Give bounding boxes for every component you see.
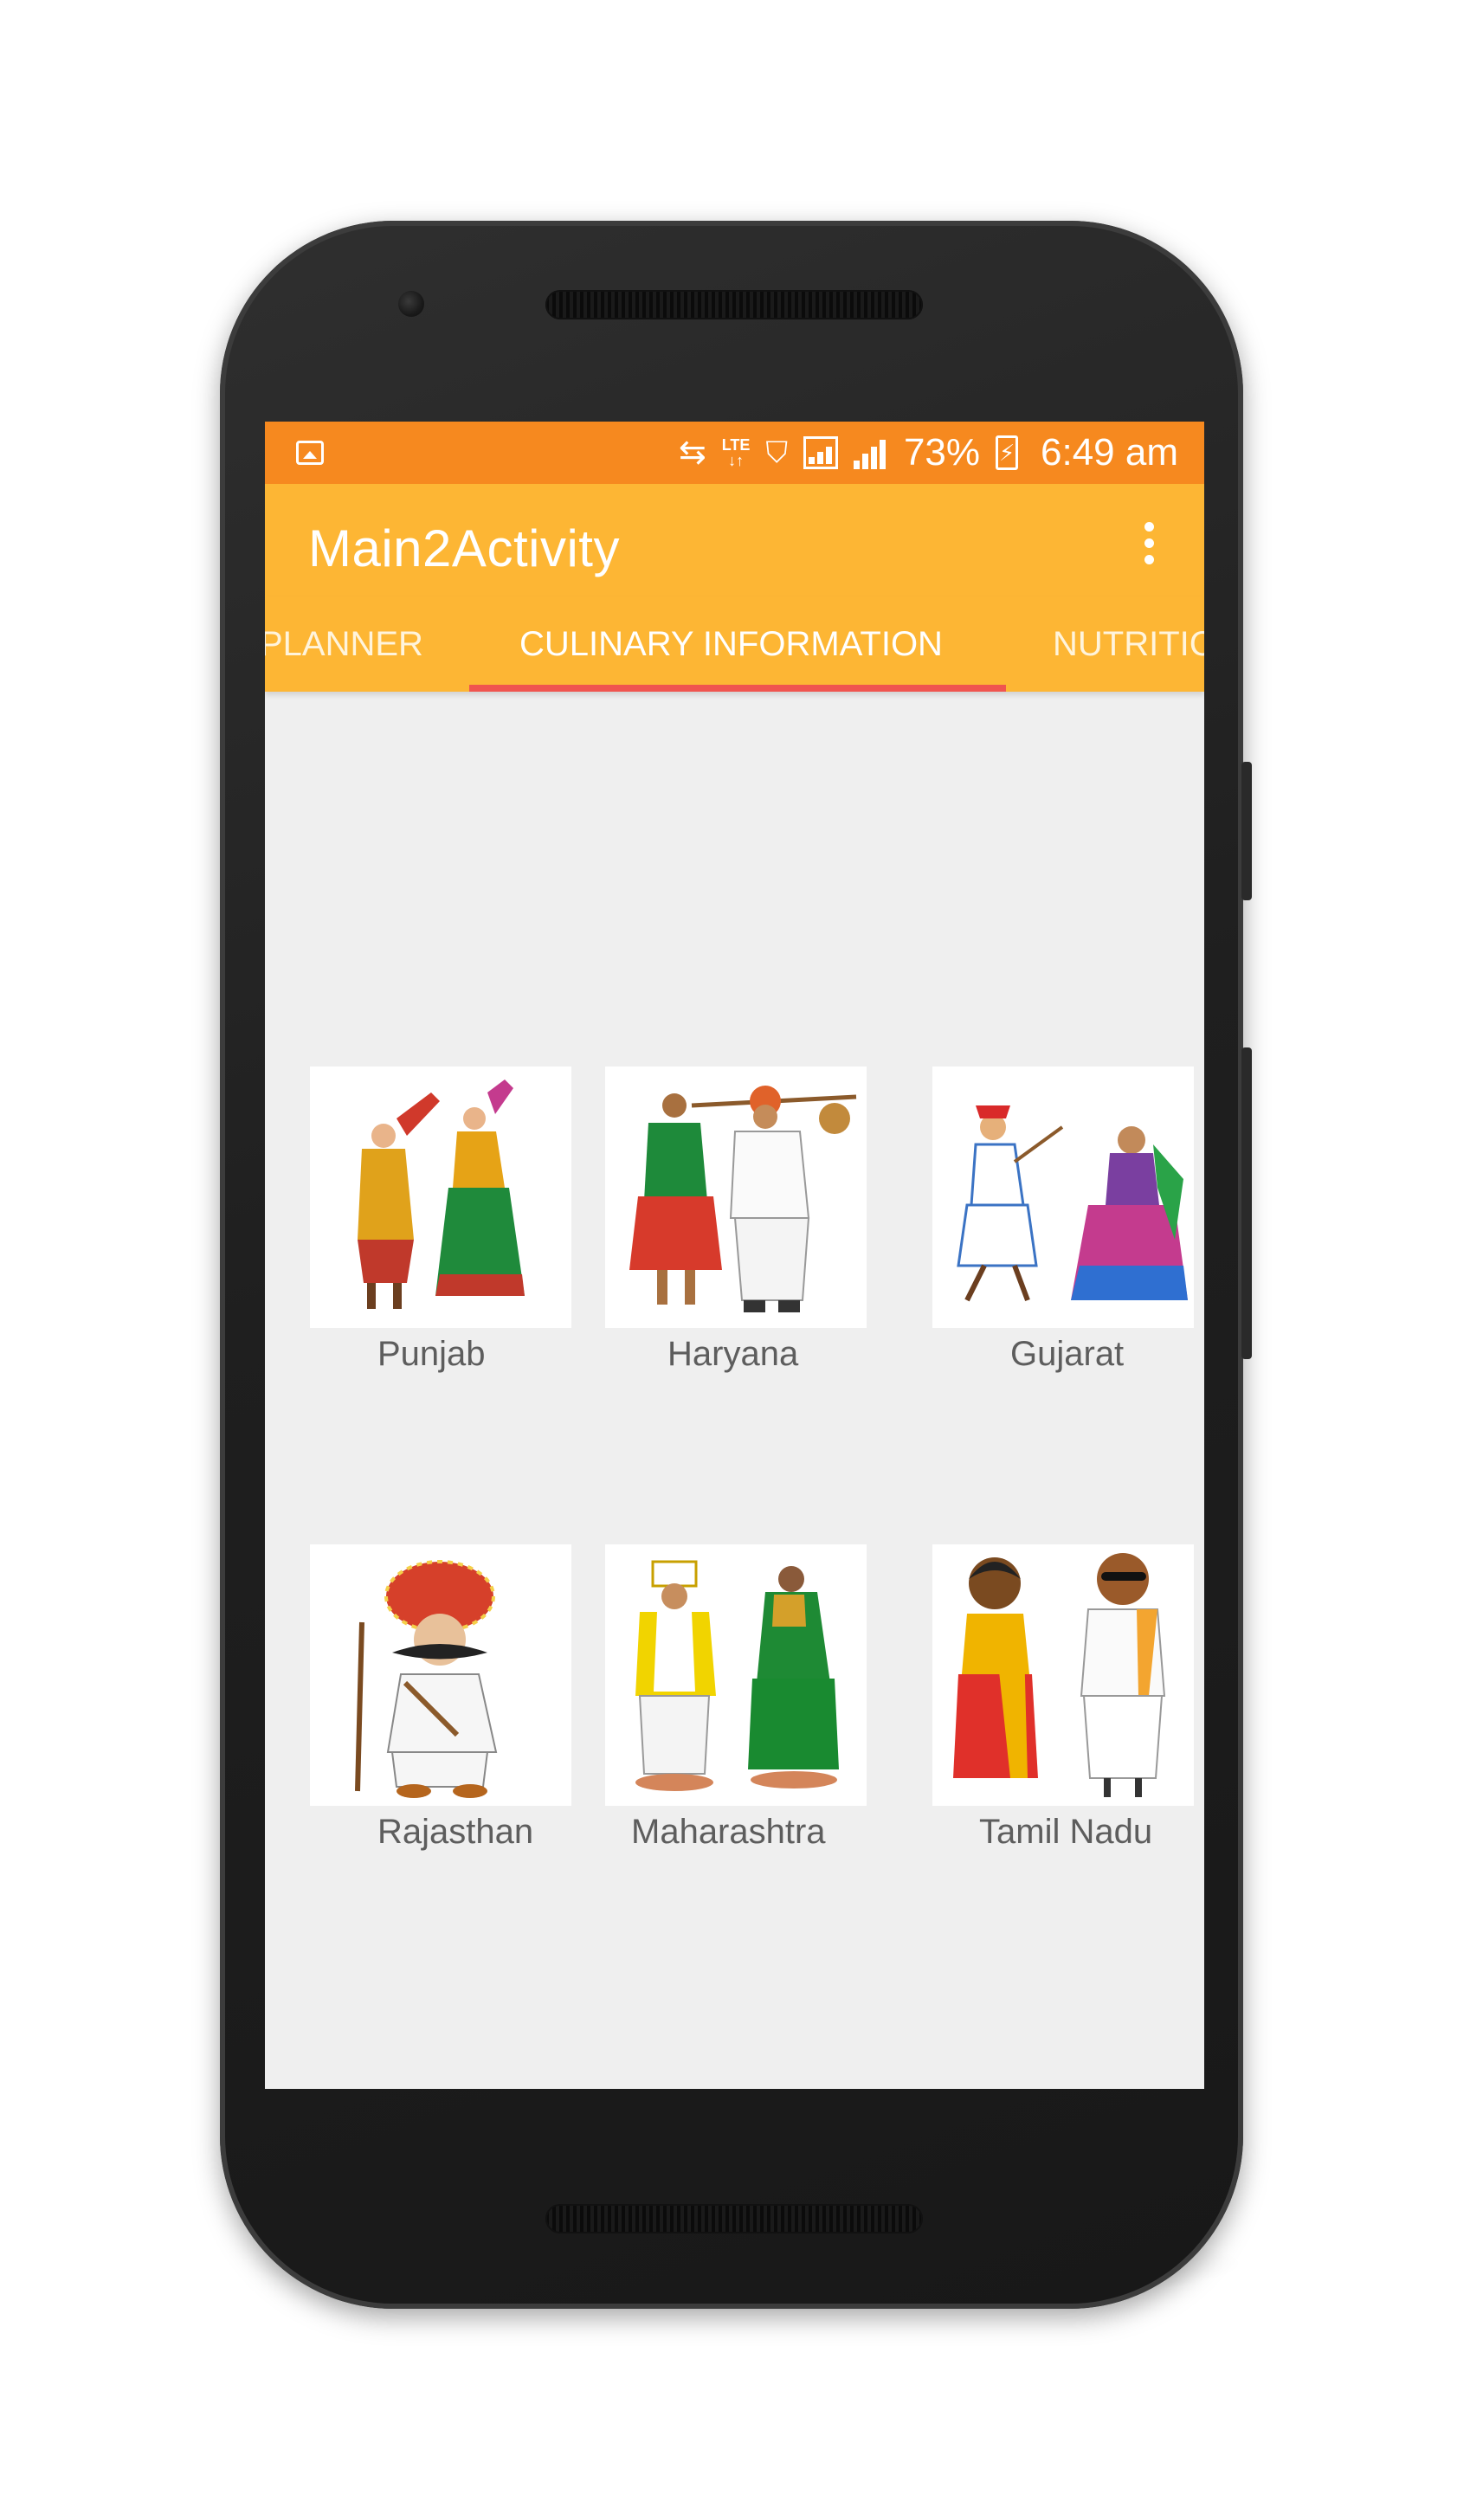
lte-icon: LTE ↓↑ [721,436,751,469]
gujarat-dancers-image [932,1067,1194,1328]
battery-percent: 73% [903,431,981,474]
tab-culinary-information[interactable]: CULINARY INFORMATION [519,596,943,692]
status-icons: ⇆ LTE↓↑ ⛉ 73% 6:49 am [679,422,1178,484]
state-label: Rajasthan [377,1813,534,1851]
state-label: Gujarat [1010,1335,1125,1373]
rajasthan-man-image [310,1544,571,1806]
front-camera [398,291,424,317]
screen: ⇆ LTE↓↑ ⛉ 73% 6:49 am Main2Activity PLAN… [265,422,1204,2089]
state-label: Maharashtra [631,1813,826,1851]
more-vert-icon[interactable] [1142,522,1156,564]
data-transfer-icon: ⇆ [678,435,706,471]
state-item-tamil-nadu[interactable]: Tamil Nadu [932,1544,1194,1851]
tab-indicator [469,685,1006,692]
tamil-nadu-couple-image [932,1544,1194,1806]
maharashtra-couple-image [605,1544,867,1806]
state-label: Tamil Nadu [979,1813,1153,1851]
state-item-punjab[interactable]: Punjab [310,1067,571,1373]
state-item-rajasthan[interactable]: Rajasthan [310,1544,571,1851]
state-item-gujarat[interactable]: Gujarat [932,1067,1194,1373]
app-bar: Main2Activity [265,484,1204,596]
app-title: Main2Activity [308,519,620,577]
top-speaker [545,290,923,319]
tab-nutrition[interactable]: NUTRITIC [1053,596,1204,692]
state-item-maharashtra[interactable]: Maharashtra [605,1544,867,1851]
state-label: Haryana [667,1335,799,1373]
haryana-couple-image [605,1067,867,1328]
tab-planner[interactable]: PLANNER [265,596,423,692]
state-item-haryana[interactable]: Haryana [605,1067,867,1373]
tab-bar: PLANNER CULINARY INFORMATION NUTRITIC [265,596,1204,692]
signal-icon-sim2 [853,436,888,469]
power-button [1241,762,1252,900]
volume-button [1241,1047,1252,1359]
bottom-speaker [545,2204,923,2233]
gallery-notification-icon [296,441,324,465]
vpn-shield-icon: ⛉ [765,436,788,469]
status-bar: ⇆ LTE↓↑ ⛉ 73% 6:49 am [265,422,1204,484]
clock: 6:49 am [1041,431,1178,474]
punjab-dancers-image [310,1067,571,1328]
state-label: Punjab [377,1335,486,1373]
battery-charging-icon [996,435,1019,470]
signal-icon-sim1 [803,436,838,469]
